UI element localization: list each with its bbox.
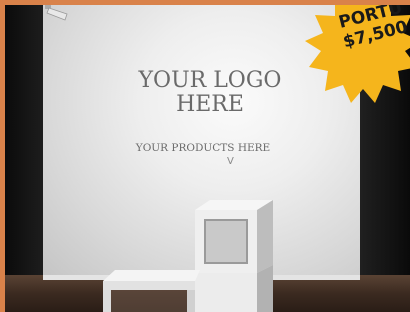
front-table xyxy=(103,270,200,312)
photo-frame: YOUR LOGO HERE YOUR PRODUCTS HERE V PORT… xyxy=(0,0,410,312)
showroom-scene: YOUR LOGO HERE YOUR PRODUCTS HERE V PORT… xyxy=(5,5,410,312)
top-cube xyxy=(195,200,273,273)
